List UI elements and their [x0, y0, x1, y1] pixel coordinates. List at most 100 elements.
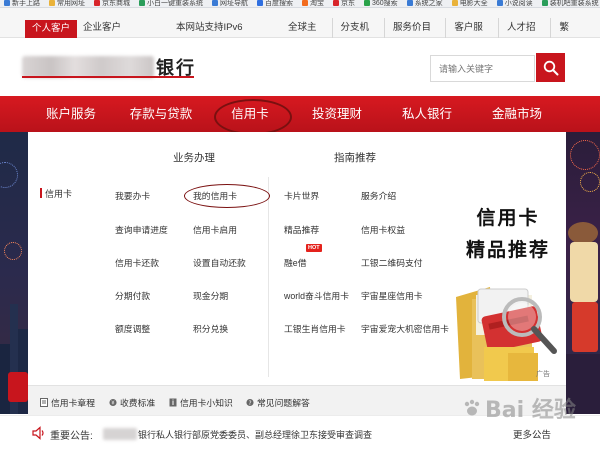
quick-link-label: 信用卡小知识	[180, 398, 233, 408]
bookmark-item[interactable]: 小说阅读	[496, 0, 533, 7]
link-apply-card[interactable]: 我要办卡	[115, 189, 150, 202]
jd-icon	[94, 0, 100, 6]
quick-link-card-tips[interactable]: 信用卡小知识	[169, 396, 233, 409]
bookmark-item[interactable]: 网址导航	[212, 0, 248, 7]
guide-section-title: 指南推荐	[334, 152, 376, 164]
link-auto-repayment[interactable]: 设置自动还款	[193, 256, 246, 269]
quick-link-label: 收费标准	[120, 398, 156, 408]
enterprise-customer-tab[interactable]: 企业客户	[79, 18, 125, 38]
bookmark-label: 京东	[341, 0, 355, 7]
search-icon	[364, 0, 370, 6]
quick-link-faq[interactable]: ? 常见问题解答	[246, 396, 310, 409]
link-featured[interactable]: 精品推荐	[284, 223, 319, 236]
top-link-customer-service[interactable]: 客户服务	[445, 18, 498, 53]
nav-private-banking[interactable]: 私人银行	[392, 96, 462, 132]
bookmark-item[interactable]: 电影大全	[451, 0, 488, 7]
link-application-progress[interactable]: 查询申请进度	[115, 223, 168, 236]
more-announcements-link[interactable]: 更多公告	[513, 427, 551, 441]
nav-investment[interactable]: 投资理财	[302, 96, 372, 132]
bookmark-label: 百度搜索	[265, 0, 293, 7]
browser-bookmarks-bar: 新手上路 常用网址 京东商城 小白一键重装系统 网址导航 百度搜索 淘宝 京东 360搜索 系统之…	[0, 0, 600, 8]
bookmark-item[interactable]: 淘宝	[302, 0, 324, 7]
bookmark-item[interactable]: 常用网址	[49, 0, 85, 7]
bookmark-label: 小白一键重装系统	[147, 0, 203, 7]
site-header: 银行	[0, 38, 600, 96]
quick-link-card-charter[interactable]: 信用卡章程	[40, 396, 95, 409]
svg-text:¥: ¥	[111, 401, 115, 407]
search-button[interactable]	[536, 53, 565, 82]
link-cash-installment[interactable]: 现金分期	[193, 289, 228, 302]
announcement-redacted-area	[103, 428, 137, 440]
announcement-text[interactable]: 银行私人银行部原党委委员、副总经理徐卫东接受审查调查	[138, 428, 372, 441]
bookmark-label: 电影大全	[459, 0, 488, 7]
link-rong-e-jie[interactable]: 融e借	[284, 256, 307, 269]
svg-text:?: ?	[248, 401, 251, 407]
quick-link-label: 信用卡章程	[51, 398, 95, 408]
link-qr-payment[interactable]: 工银二维码支付	[361, 256, 423, 269]
link-zodiac-card[interactable]: 工银生肖信用卡	[284, 322, 346, 335]
business-section-title: 业务办理	[173, 152, 215, 164]
search-input[interactable]	[430, 55, 535, 82]
link-card-repayment[interactable]: 信用卡还款	[115, 256, 159, 269]
link-points-exchange[interactable]: 积分兑换	[193, 322, 228, 335]
promo-title-line2: 精品推荐	[465, 240, 550, 261]
bookmark-label: 网址导航	[220, 0, 248, 7]
quick-link-fee-standard[interactable]: ¥ 收费标准	[109, 396, 155, 409]
link-installment[interactable]: 分期付款	[115, 289, 150, 302]
top-link-global-site[interactable]: 全球主站	[288, 18, 332, 53]
bookmark-label: 小说阅读	[504, 0, 533, 7]
personal-customer-tab[interactable]: 个人客户	[25, 20, 77, 38]
bookmark-label: 系统之家	[414, 0, 443, 7]
info-icon	[169, 398, 177, 407]
promo-banner[interactable]: 信用卡 精品推荐 广告	[450, 185, 566, 385]
jd-icon	[333, 0, 339, 6]
link-card-world[interactable]: 卡片世界	[284, 189, 319, 202]
bookmark-label: 新手上路	[12, 0, 40, 7]
page: 新手上路 常用网址 京东商城 小白一键重装系统 网址导航 百度搜索 淘宝 京东 360搜索 系统之…	[0, 0, 600, 450]
search-icon	[543, 60, 558, 75]
link-service-intro[interactable]: 服务介绍	[361, 189, 396, 202]
link-constellation-card[interactable]: 宇宙星座信用卡	[361, 289, 423, 302]
bookmark-item[interactable]: 系统之家	[406, 0, 443, 7]
bookmark-item[interactable]: 京东	[333, 0, 355, 7]
link-pet-card[interactable]: 宇宙爱宠大机密信用卡	[361, 322, 449, 335]
ad-label: 广告	[536, 371, 550, 378]
nav-financial-markets[interactable]: 金融市场	[482, 96, 552, 132]
bookmark-item[interactable]: 京东商城	[94, 0, 130, 7]
right-side-banner	[566, 132, 600, 414]
app-icon	[406, 0, 413, 6]
promo-title-line1: 信用卡	[476, 208, 540, 229]
top-link-language[interactable]: 繁体/EN	[550, 18, 600, 53]
bookmark-item[interactable]: 360搜索	[364, 0, 398, 7]
bookmark-item[interactable]: 装机吧重装系统	[541, 0, 599, 7]
nav-credit-card[interactable]: 信用卡	[216, 96, 284, 132]
logo-redacted-area	[22, 56, 154, 78]
nav-account-services[interactable]: 账户服务	[36, 96, 106, 132]
announcement-bar: 重要公告: 银行私人银行部原党委委员、副总经理徐卫东接受审查调查 更多公告	[0, 415, 600, 450]
bookmark-label: 常用网址	[57, 0, 85, 7]
hot-badge: HOT	[306, 244, 322, 252]
credit-card-dropdown-panel: 业务办理 指南推荐 信用卡 我要办卡 我的信用卡 查询申请进度 信用卡启用 信用…	[28, 132, 566, 385]
credit-card-folder-illustration	[456, 287, 557, 381]
top-link-careers[interactable]: 人才招聘	[497, 18, 551, 53]
category-credit-card[interactable]: 信用卡	[45, 187, 72, 200]
link-limit-adjustment[interactable]: 额度调整	[115, 322, 150, 335]
nav-deposits-loans[interactable]: 存款与贷款	[123, 96, 199, 132]
link-card-benefits[interactable]: 信用卡权益	[361, 223, 405, 236]
link-world-card[interactable]: world奋斗信用卡	[284, 289, 349, 302]
link-my-credit-card[interactable]: 我的信用卡	[193, 189, 237, 202]
bookmark-label: 淘宝	[310, 0, 324, 7]
nav-icon	[212, 0, 218, 6]
bookmark-item[interactable]: 新手上路	[4, 0, 40, 7]
top-link-price-list[interactable]: 服务价目表	[384, 18, 445, 53]
document-icon	[40, 398, 48, 407]
book-icon	[496, 0, 503, 6]
link-card-activation[interactable]: 信用卡启用	[193, 223, 237, 236]
bookmark-item[interactable]: 百度搜索	[257, 0, 293, 7]
top-link-branches[interactable]: 分支机构	[331, 18, 385, 53]
bookmark-icon	[4, 0, 10, 6]
search-icon	[257, 0, 263, 6]
taobao-icon	[302, 0, 308, 6]
bookmark-item[interactable]: 小白一键重装系统	[139, 0, 203, 7]
bookmark-label: 装机吧重装系统	[549, 0, 599, 7]
